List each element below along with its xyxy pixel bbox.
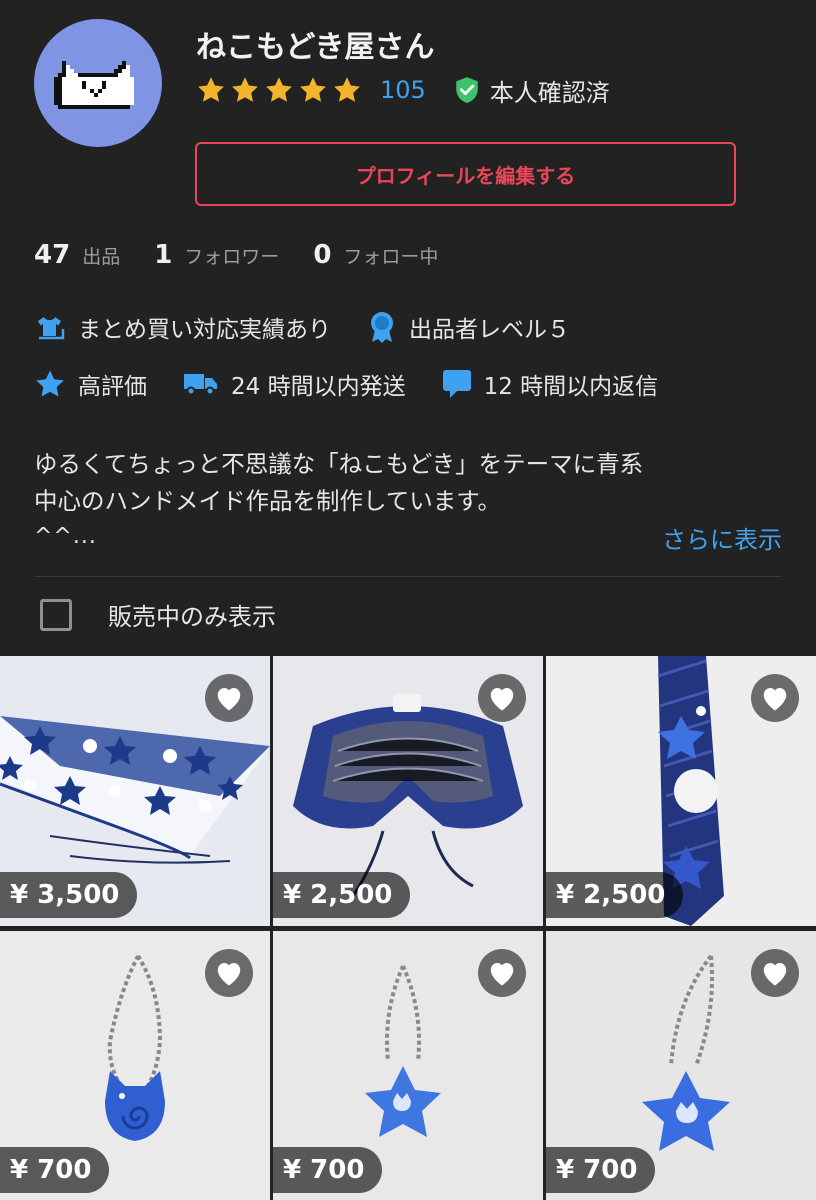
feature-row: 高評価 24 時間以内発送 12 時間以内返信	[34, 367, 694, 401]
feature-label: 24 時間以内発送	[231, 374, 406, 400]
show-more-link[interactable]: さらに表示	[662, 520, 782, 555]
product-card[interactable]: ¥ 2,500	[273, 656, 543, 926]
rating-row[interactable]: 105 本人確認済	[196, 72, 610, 108]
product-card[interactable]: ¥ 700	[0, 931, 270, 1200]
stat-label: フォロワー	[184, 246, 280, 268]
heart-icon	[490, 688, 514, 711]
on-sale-checkbox[interactable]	[40, 598, 72, 631]
stat-followers[interactable]: 1 フォロワー	[154, 240, 279, 270]
feature-response: 12 時間以内返信	[442, 367, 659, 401]
feature-label: 12 時間以内返信	[483, 374, 659, 400]
product-card[interactable]: ¥ 3,500	[0, 656, 270, 926]
price-tag: ¥ 2,500	[273, 872, 411, 918]
product-card[interactable]: ¥ 700	[273, 931, 543, 1200]
heart-icon	[490, 963, 514, 986]
rating-star-icon	[334, 77, 360, 102]
shop-name: ねこもどき屋さん	[196, 30, 435, 65]
stat-count: 0	[313, 240, 332, 270]
price-tag: ¥ 3,500	[0, 872, 138, 918]
edit-profile-button[interactable]: プロフィールを編集する	[195, 142, 736, 206]
heart-icon	[217, 688, 241, 711]
stat-following[interactable]: 0 フォロー中	[313, 240, 438, 270]
stat-listings[interactable]: 47 出品	[34, 240, 120, 270]
divider	[34, 576, 782, 577]
stat-count: 1	[154, 240, 173, 270]
pixel-cat-icon	[54, 61, 134, 109]
feature-label: 高評価	[78, 374, 147, 400]
verified-label: 本人確認済	[489, 78, 610, 107]
rating-star-icon	[232, 77, 258, 102]
like-button[interactable]	[205, 674, 253, 722]
stat-label: フォロー中	[343, 246, 439, 268]
chat-bubble-icon	[442, 370, 471, 398]
product-card[interactable]: ¥ 2,500	[546, 656, 816, 926]
verified-shield-icon	[456, 77, 478, 103]
feature-high-rating: 高評価	[34, 367, 147, 401]
stats-row: 47 出品 1 フォロワー 0 フォロー中	[34, 240, 472, 270]
price-tag: ¥ 700	[273, 1147, 383, 1193]
like-button[interactable]	[751, 949, 799, 997]
bio-truncated: ^^...	[34, 524, 97, 549]
avatar[interactable]	[34, 19, 162, 147]
feature-bundle: まとめ買い対応実績あり	[34, 310, 331, 344]
on-sale-filter[interactable]: 販売中のみ表示	[40, 597, 276, 632]
medal-icon	[371, 312, 393, 343]
stat-count: 47	[34, 240, 71, 270]
product-card[interactable]: ¥ 700	[546, 931, 816, 1200]
feature-seller-level: 出品者レベル５	[367, 310, 570, 344]
feature-label: まとめ買い対応実績あり	[78, 317, 331, 343]
like-button[interactable]	[751, 674, 799, 722]
feature-label: 出品者レベル５	[409, 317, 570, 343]
heart-icon	[763, 688, 787, 711]
feature-shipping: 24 時間以内発送	[183, 367, 406, 401]
star-icon	[36, 370, 64, 397]
rating-count-link[interactable]: 105	[380, 76, 426, 104]
like-button[interactable]	[478, 949, 526, 997]
price-tag: ¥ 700	[0, 1147, 110, 1193]
on-sale-filter-label: 販売中のみ表示	[108, 603, 276, 631]
bundle-shirt-icon	[38, 317, 65, 340]
price-tag: ¥ 2,500	[546, 872, 684, 918]
rating-star-icon	[300, 77, 326, 102]
rating-star-icon	[266, 77, 292, 102]
heart-icon	[763, 963, 787, 986]
rating-star-icon	[198, 77, 224, 102]
like-button[interactable]	[478, 674, 526, 722]
verified-badge: 本人確認済	[454, 73, 610, 108]
heart-icon	[217, 963, 241, 986]
stat-label: 出品	[82, 246, 121, 268]
like-button[interactable]	[205, 949, 253, 997]
truck-icon	[184, 374, 217, 396]
shop-bio: ゆるくてちょっと不思議な「ねこもどき」をテーマに青系 中心のハンドメイド作品を制…	[34, 450, 644, 515]
feature-row: まとめ買い対応実績あり 出品者レベル５	[34, 310, 606, 344]
price-tag: ¥ 700	[546, 1147, 656, 1193]
